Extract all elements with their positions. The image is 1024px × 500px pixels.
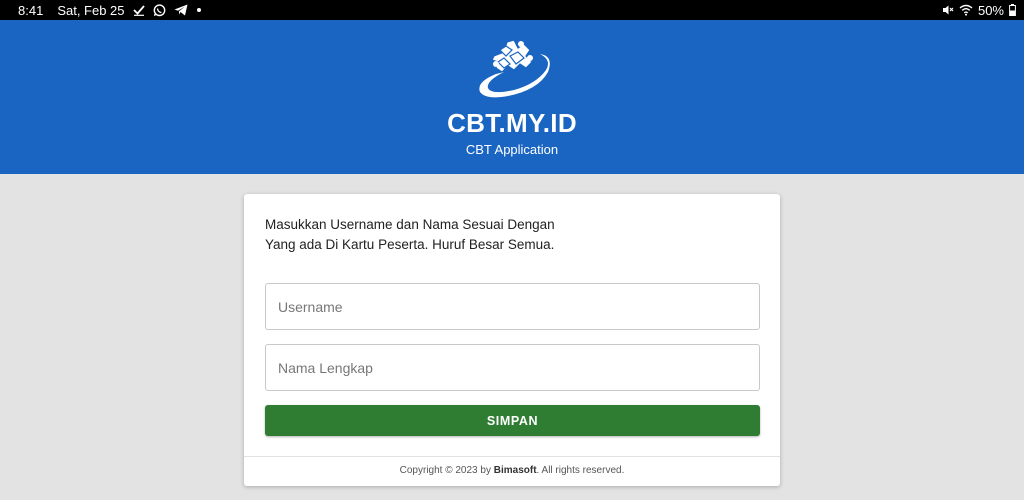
battery-percent: 50%	[977, 2, 1004, 18]
mute-icon	[942, 4, 954, 16]
instruction-line-1: Masukkan Username dan Nama Sesuai Dengan	[265, 217, 555, 232]
status-time: 8:41	[18, 2, 44, 18]
app-title: CBT.MY.ID	[447, 108, 577, 138]
fullname-input[interactable]	[265, 344, 760, 391]
copyright-company: Bimasoft	[493, 465, 537, 476]
wifi-icon	[959, 4, 973, 16]
whatsapp-icon	[153, 3, 166, 17]
status-date: Sat, Feb 25	[57, 2, 125, 18]
puzzle-logo-icon	[479, 39, 550, 98]
telegram-icon	[174, 4, 188, 16]
copyright-prefix: Copyright © 2023 by	[399, 465, 494, 476]
app-header: CBT.MY.ID CBT Application	[0, 20, 1024, 174]
card-divider	[244, 456, 780, 457]
dot-icon	[196, 7, 202, 13]
username-input[interactable]	[265, 283, 760, 330]
battery-icon	[1009, 4, 1016, 16]
copyright-footer: Copyright © 2023 by Bimasoft. All rights…	[244, 465, 780, 476]
check-icon	[132, 4, 145, 16]
save-button[interactable]: SIMPAN	[265, 405, 760, 436]
login-card: Masukkan Username dan Nama Sesuai Dengan…	[244, 194, 780, 486]
instructions-text: Masukkan Username dan Nama Sesuai Dengan…	[265, 215, 765, 255]
status-bar: 8:41 Sat, Feb 25 50%	[0, 0, 1024, 20]
instruction-line-2: Yang ada Di Kartu Peserta. Huruf Besar S…	[265, 237, 555, 252]
app-subtitle: CBT Application	[465, 142, 559, 157]
copyright-suffix: . All rights reserved.	[536, 465, 625, 476]
